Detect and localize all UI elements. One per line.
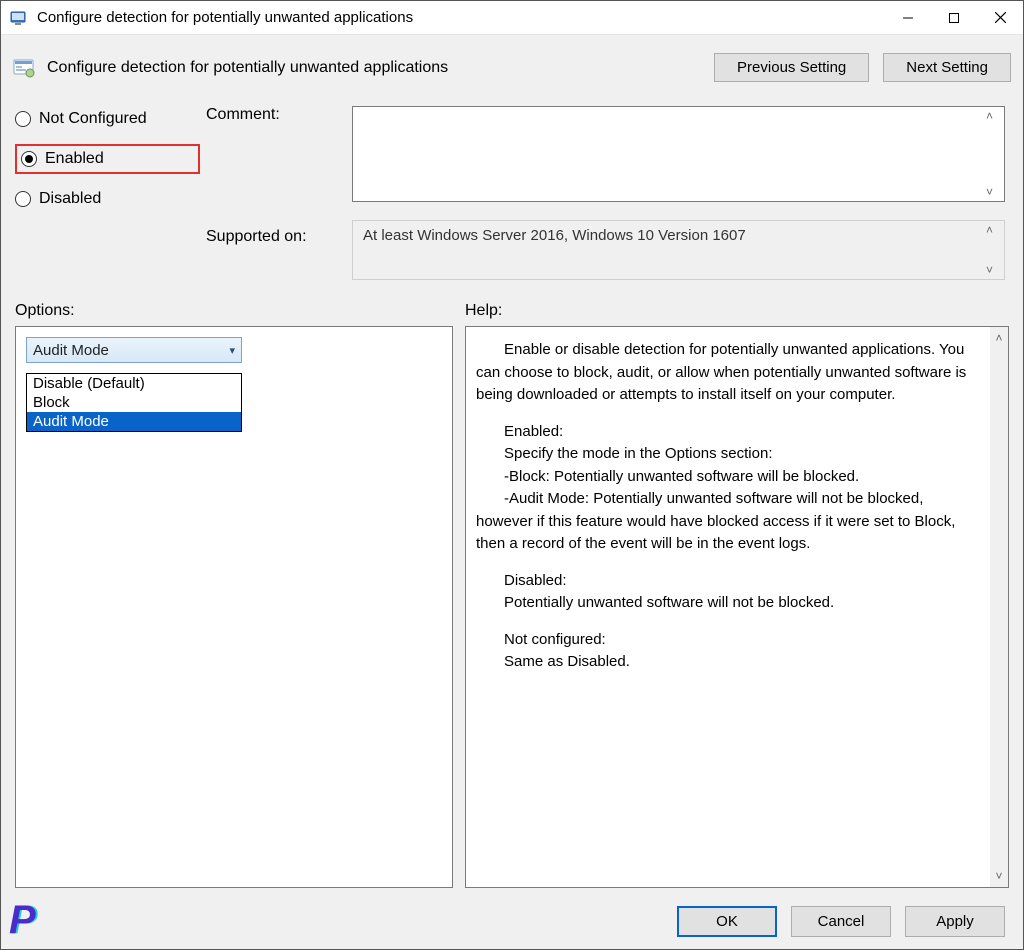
radio-icon (21, 151, 37, 167)
scroll-down-icon: ˅ (986, 263, 1004, 277)
dialog-buttons: OK Cancel Apply (1, 898, 1023, 949)
mode-listbox[interactable]: Disable (Default) Block Audit Mode (26, 373, 242, 432)
radio-label: Disabled (39, 190, 101, 208)
help-p2: Specify the mode in the Options section: (504, 445, 772, 462)
help-nc-heading: Not configured: (504, 631, 606, 648)
radio-icon (15, 111, 31, 127)
help-disabled-heading: Disabled: (504, 572, 567, 589)
supported-on-text: At least Windows Server 2016, Windows 10… (363, 227, 746, 244)
scroll-up-icon[interactable]: ˄ (986, 109, 1004, 123)
help-label: Help: (465, 302, 502, 320)
header-row: Configure detection for potentially unwa… (1, 35, 1023, 88)
radio-label: Enabled (45, 150, 104, 168)
close-button[interactable] (977, 1, 1023, 35)
field-values: ˄ ˅ At least Windows Server 2016, Window… (352, 106, 1013, 280)
supported-scroll: ˄ ˅ (986, 221, 1004, 279)
options-label: Options: (15, 302, 465, 320)
minimize-button[interactable] (885, 1, 931, 35)
comment-textarea[interactable]: ˄ ˅ (352, 106, 1005, 202)
policy-icon (11, 55, 37, 81)
scroll-up-icon[interactable]: ˄ (995, 331, 1002, 345)
supported-on-label: Supported on: (206, 228, 346, 256)
radio-not-configured[interactable]: Not Configured (15, 110, 200, 128)
radio-enabled[interactable]: Enabled (15, 144, 200, 174)
next-setting-button[interactable]: Next Setting (883, 53, 1011, 82)
titlebar: Configure detection for potentially unwa… (1, 1, 1023, 35)
options-panel: Audit Mode ▾ Disable (Default) Block Aud… (15, 326, 453, 888)
scroll-down-icon[interactable]: ˅ (986, 185, 1004, 199)
config-upper-grid: Not Configured Enabled Disabled Comment:… (1, 88, 1023, 280)
chevron-down-icon: ▾ (229, 344, 235, 357)
app-icon (9, 8, 29, 28)
apply-button[interactable]: Apply (905, 906, 1005, 937)
watermark-logo: P (9, 898, 36, 943)
list-item[interactable]: Disable (Default) (27, 374, 241, 393)
scroll-down-icon[interactable]: ˅ (995, 869, 1002, 883)
panels-row: Audit Mode ▾ Disable (Default) Block Aud… (1, 326, 1023, 898)
cancel-button[interactable]: Cancel (791, 906, 891, 937)
radio-disabled[interactable]: Disabled (15, 190, 200, 208)
dropdown-value: Audit Mode (33, 342, 109, 359)
help-p4: -Audit Mode: Potentially unwanted softwa… (476, 490, 955, 552)
supported-on-field: At least Windows Server 2016, Windows 10… (352, 220, 1005, 280)
section-labels: Options: Help: (1, 280, 1023, 326)
help-p6: Same as Disabled. (504, 653, 630, 670)
maximize-button[interactable] (931, 1, 977, 35)
help-p1: Enable or disable detection for potentia… (476, 341, 966, 403)
comment-scroll[interactable]: ˄ ˅ (986, 107, 1004, 201)
help-text: Enable or disable detection for potentia… (466, 327, 990, 887)
field-labels: Comment: Supported on: (206, 106, 346, 280)
scroll-up-icon: ˄ (986, 223, 1004, 237)
state-radio-group: Not Configured Enabled Disabled (15, 106, 200, 280)
list-item[interactable]: Audit Mode (27, 412, 241, 431)
radio-icon (15, 191, 31, 207)
policy-title: Configure detection for potentially unwa… (47, 59, 700, 77)
help-scrollbar[interactable]: ˄ ˅ (990, 327, 1008, 887)
window-title: Configure detection for potentially unwa… (37, 9, 885, 26)
ok-button[interactable]: OK (677, 906, 777, 937)
previous-setting-button[interactable]: Previous Setting (714, 53, 869, 82)
comment-label: Comment: (206, 106, 346, 134)
list-item[interactable]: Block (27, 393, 241, 412)
help-panel: Enable or disable detection for potentia… (465, 326, 1009, 888)
policy-dialog-window: Configure detection for potentially unwa… (0, 0, 1024, 950)
radio-label: Not Configured (39, 110, 147, 128)
window-controls (885, 1, 1023, 35)
mode-dropdown[interactable]: Audit Mode ▾ (26, 337, 242, 363)
help-p3: -Block: Potentially unwanted software wi… (504, 468, 859, 485)
help-enabled-heading: Enabled: (504, 423, 563, 440)
help-p5: Potentially unwanted software will not b… (504, 594, 834, 611)
